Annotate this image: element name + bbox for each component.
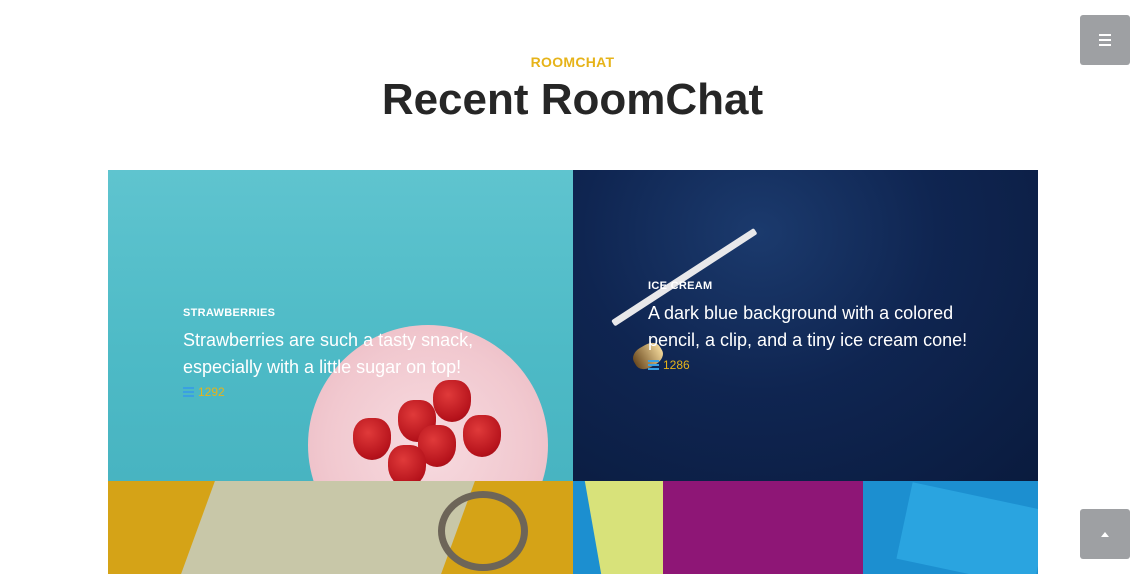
card-count: 1292 [198,385,225,399]
scroll-to-top-button[interactable] [1080,509,1130,559]
card-category[interactable]: ICE CREAM [648,280,968,292]
strawberry-image [388,445,426,481]
menu-icon [1099,34,1111,46]
section-header: ROOMCHAT Recent RoomChat [0,54,1145,124]
card-content: ICE CREAM A dark blue background with a … [648,280,968,372]
card-category[interactable]: STRAWBERRIES [183,307,503,319]
roomchat-card-strawberries[interactable]: STRAWBERRIES Strawberries are such a tas… [108,170,573,481]
card-count: 1286 [663,358,690,372]
card-title[interactable]: Strawberries are such a tasty snack, esp… [183,327,503,381]
strawberry-image [463,415,501,457]
card-content: STRAWBERRIES Strawberries are such a tas… [183,307,503,399]
card-title[interactable]: A dark blue background with a colored pe… [648,300,968,354]
roomchat-grid: STRAWBERRIES Strawberries are such a tas… [108,170,1038,574]
roomchat-card-envelopes[interactable] [573,481,1038,574]
card-meta: 1292 [183,385,503,399]
strawberry-image [353,418,391,460]
list-icon [648,360,659,370]
roomchat-card-stationery[interactable] [108,481,573,574]
section-eyebrow: ROOMCHAT [530,54,615,70]
envelope-image [896,482,1038,574]
scissors-image [438,491,528,571]
section-title: Recent RoomChat [381,75,764,124]
paper-image [181,481,475,574]
chevron-up-icon [1101,531,1109,537]
list-icon [183,387,194,397]
envelope-image [663,481,863,574]
roomchat-card-ice-cream[interactable]: ICE CREAM A dark blue background with a … [573,170,1038,481]
card-meta: 1286 [648,358,968,372]
